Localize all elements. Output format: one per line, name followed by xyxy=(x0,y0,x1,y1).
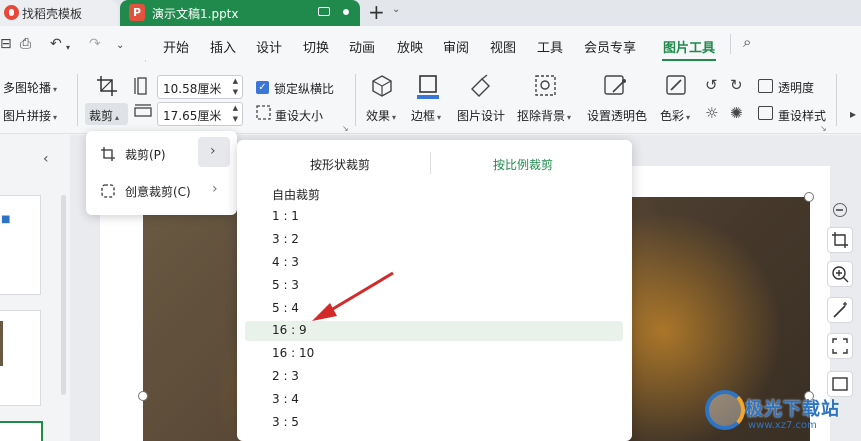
annotation-arrow-shaft xyxy=(325,271,394,315)
annotation-arrow xyxy=(312,271,394,321)
watermark-url: www.xz7.com xyxy=(748,420,817,431)
annotation-arrow-head xyxy=(312,303,337,321)
watermark-logo-icon xyxy=(705,390,745,430)
watermark-text: 极光下载站 xyxy=(745,399,840,420)
